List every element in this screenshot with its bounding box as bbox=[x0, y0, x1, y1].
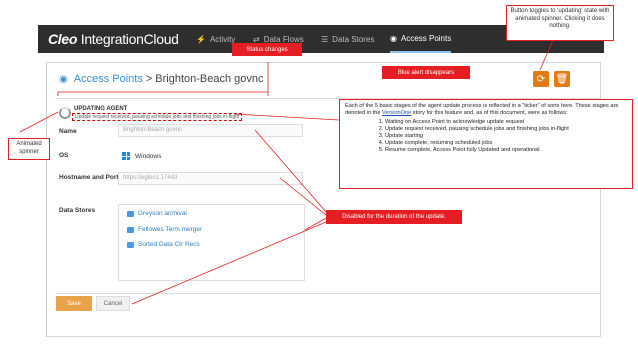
os-label: OS bbox=[59, 152, 69, 159]
ticker-stages-list: Waiting on Access Point to acknowledge u… bbox=[385, 119, 627, 154]
data-stores-icon: ☰ bbox=[321, 34, 329, 44]
name-field[interactable]: Brighton-Beach govnc bbox=[118, 124, 303, 137]
page-title: Brighton-Beach govnc bbox=[155, 73, 264, 85]
cancel-button[interactable]: Cancel bbox=[96, 296, 130, 311]
brand-logo[interactable]: Cleo IntegrationCloud bbox=[48, 31, 179, 47]
folder-icon bbox=[127, 226, 134, 233]
stage-item: Waiting on Access Point to acknowledge u… bbox=[385, 119, 627, 126]
activity-icon: ⚡ bbox=[196, 34, 206, 44]
update-ticker: UPDATING AGENT Update request received, … bbox=[59, 106, 243, 122]
breadcrumb-separator: > bbox=[145, 73, 153, 85]
stage-item: Resume complete, Access Point fully Upda… bbox=[385, 147, 627, 154]
annotation-ticker-stages: Each of the 5 basic stages of the agent … bbox=[339, 99, 633, 189]
trash-icon: 🗑 bbox=[555, 73, 569, 85]
name-label: Name bbox=[59, 128, 77, 135]
nav-item-data-stores[interactable]: ☰ Data Stores bbox=[321, 25, 374, 53]
stage-item: Update starting bbox=[385, 133, 627, 140]
stage-item: Update request received, pausing schedul… bbox=[385, 126, 627, 133]
data-stores-label: Data Stores bbox=[59, 207, 96, 214]
ticker-stages-intro: Each of the 5 basic stages of the agent … bbox=[345, 103, 619, 116]
folder-icon bbox=[127, 241, 134, 248]
data-stores-list[interactable]: Greyson archival Fellowes Term merger So… bbox=[118, 204, 305, 281]
stage-item: Update complete, resuming scheduled jobs bbox=[385, 140, 627, 147]
hostname-port-label: Hostname and Port bbox=[59, 174, 119, 181]
spinner-icon bbox=[59, 107, 71, 119]
ticker-title: UPDATING AGENT bbox=[74, 106, 128, 112]
access-point-icon: ◉ bbox=[390, 33, 397, 43]
list-item[interactable]: Sorted Data Ctr Recs bbox=[127, 241, 200, 248]
breadcrumb-access-points[interactable]: Access Points bbox=[74, 73, 143, 85]
annotation-blue-alert: Blue alert disappears bbox=[382, 66, 470, 79]
os-value: Windows bbox=[122, 152, 161, 160]
nav-item-access-points[interactable]: ◉ Access Points bbox=[390, 25, 452, 53]
access-point-icon: ◉ bbox=[59, 73, 68, 85]
annotation-status-changes: Status changes bbox=[232, 43, 302, 56]
list-item[interactable]: Greyson archival bbox=[127, 210, 187, 217]
windows-icon bbox=[122, 152, 130, 160]
annotation-button-toggle: Button toggles to 'updating' state with … bbox=[506, 5, 614, 41]
annotation-animated-spinner: Animated spinner bbox=[8, 138, 50, 160]
delete-button[interactable]: 🗑 bbox=[554, 71, 570, 87]
save-button[interactable]: Save bbox=[56, 296, 92, 311]
nav-item-activity[interactable]: ⚡ Activity bbox=[196, 25, 235, 53]
spinner-icon: ⟳ bbox=[536, 73, 546, 85]
breadcrumb: ◉ Access Points > Brighton-Beach govnc bbox=[59, 73, 264, 85]
list-item[interactable]: Fellowes Term merger bbox=[127, 226, 202, 233]
footer-divider bbox=[55, 293, 600, 294]
annotation-disabled: Disabled for the duration of the update. bbox=[326, 210, 462, 224]
hostname-port-field[interactable]: https://egloo1:17443 bbox=[118, 172, 303, 185]
ticker-message: Update request received, pausing schedul… bbox=[72, 113, 243, 121]
folder-icon bbox=[127, 210, 134, 217]
update-agent-button[interactable]: ⟳ bbox=[533, 71, 549, 87]
